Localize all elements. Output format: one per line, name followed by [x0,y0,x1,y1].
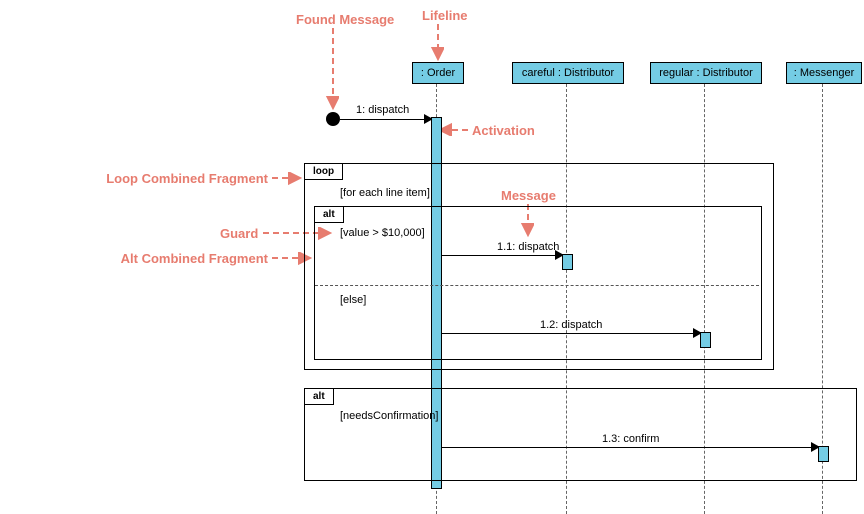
alt1-divider [315,285,759,286]
lifeline-careful-distributor: careful : Distributor [512,62,624,84]
msg-1-2-label: 1.2: dispatch [540,319,602,331]
activation-careful [562,254,573,270]
msg-1-line [340,119,427,120]
fragment-loop-label: loop [305,164,343,180]
guard-alt1-a: [value > $10,000] [340,227,425,239]
msg-1-1-label: 1.1: dispatch [497,241,559,253]
lifeline-messenger: : Messenger [786,62,862,84]
msg-1-3-label: 1.3: confirm [602,433,659,445]
lifeline-regular-distributor: regular : Distributor [650,62,762,84]
annotation-alt-fragment: Alt Combined Fragment [113,251,268,266]
msg-1-label: 1: dispatch [356,104,409,116]
annotation-guard: Guard [220,226,258,241]
lifeline-order: : Order [412,62,464,84]
msg-1-2-line [441,333,696,334]
guard-alt2: [needsConfirmation] [340,410,438,422]
found-message-start [326,112,340,126]
activation-messenger [818,446,829,462]
annotation-loop-fragment: Loop Combined Fragment [98,171,268,186]
fragment-alt2: alt [304,388,857,481]
fragment-alt1-label: alt [315,207,344,223]
annotation-found-message: Found Message [296,12,394,27]
guard-loop: [for each line item] [340,187,430,199]
sequence-diagram-canvas: Found Message Lifeline Activation Loop C… [0,0,864,514]
fragment-alt2-label: alt [305,389,334,405]
msg-1-3-line [441,447,814,448]
guard-alt1-b: [else] [340,294,366,306]
msg-1-1-line [441,255,558,256]
annotation-lifeline: Lifeline [422,8,468,23]
annotation-activation: Activation [472,123,535,138]
activation-regular [700,332,711,348]
